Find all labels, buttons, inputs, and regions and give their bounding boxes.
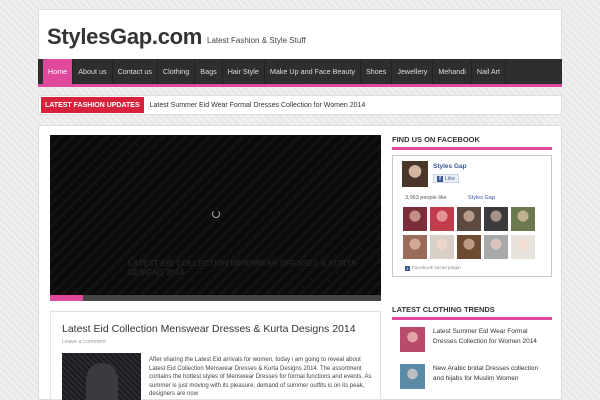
facebook-like-button[interactable]: f Like bbox=[433, 174, 460, 183]
facebook-fan-avatar[interactable] bbox=[484, 235, 508, 259]
trend-item[interactable]: Latest Summer Eid Wear Formal Dresses Co… bbox=[400, 327, 550, 352]
facebook-fan-faces bbox=[403, 207, 535, 259]
trend-item-link[interactable]: New Arabic bridal Dresses collection and… bbox=[433, 364, 550, 389]
post-card: Latest Eid Collection Menswear Dresses &… bbox=[50, 311, 381, 400]
slider-progress-bar bbox=[50, 295, 381, 301]
nav-item-home[interactable]: Home bbox=[43, 59, 74, 84]
trend-thumbnail-image[interactable] bbox=[400, 364, 425, 389]
nav-item-mehandi[interactable]: Mehandi bbox=[433, 59, 472, 84]
site-tagline: Latest Fashion & Style Stuff bbox=[207, 36, 306, 45]
nav-item-makeup[interactable]: Make Up and Face Beauty bbox=[265, 59, 361, 84]
facebook-fan-avatar[interactable] bbox=[511, 235, 535, 259]
trend-item-link[interactable]: Latest Summer Eid Wear Formal Dresses Co… bbox=[433, 327, 550, 352]
post-thumbnail-image[interactable] bbox=[62, 353, 141, 400]
post-title-link[interactable]: Latest Eid Collection Menswear Dresses &… bbox=[62, 323, 356, 335]
site-header: StylesGap.com Latest Fashion & Style Stu… bbox=[38, 9, 562, 59]
facebook-page-name-link[interactable]: Styles Gap bbox=[433, 163, 467, 170]
facebook-page-link[interactable]: Styles Gap bbox=[468, 195, 495, 201]
trend-item[interactable]: New Arabic bridal Dresses collection and… bbox=[400, 364, 550, 389]
ticker-label: LATEST FASHION UPDATES bbox=[41, 97, 144, 113]
slider-progress-fill bbox=[50, 295, 84, 301]
facebook-like-count: 3,063 people like bbox=[405, 195, 447, 201]
facebook-plugin-footer: f Facebook social plugin bbox=[405, 266, 461, 271]
ticker-headline-link[interactable]: Latest Summer Eid Wear Formal Dresses Co… bbox=[150, 102, 366, 109]
featured-slider[interactable]: LATEST EID COLLECTION MENSWEAR DRESSES &… bbox=[50, 135, 381, 301]
sidebar: FIND US ON FACEBOOK bbox=[392, 135, 552, 150]
facebook-fan-avatar[interactable] bbox=[484, 207, 508, 231]
facebook-like-label: Like bbox=[445, 175, 456, 182]
nav-item-shoes[interactable]: Shoes bbox=[361, 59, 393, 84]
facebook-fan-avatar[interactable] bbox=[403, 235, 427, 259]
facebook-fan-avatar[interactable] bbox=[430, 235, 454, 259]
nav-item-contact[interactable]: Contact us bbox=[113, 59, 158, 84]
facebook-like-box: Styles Gap f Like 3,063 people like Styl… bbox=[392, 155, 552, 277]
nav-item-about[interactable]: About us bbox=[73, 59, 113, 84]
nav-item-bags[interactable]: Bags bbox=[195, 59, 223, 84]
facebook-fan-avatar[interactable] bbox=[511, 207, 535, 231]
facebook-icon: f bbox=[437, 175, 443, 182]
facebook-fan-avatar[interactable] bbox=[457, 235, 481, 259]
slider-caption[interactable]: LATEST EID COLLECTION MENSWEAR DRESSES &… bbox=[128, 259, 381, 277]
facebook-widget-title: FIND US ON FACEBOOK bbox=[392, 135, 552, 150]
facebook-plugin-text[interactable]: Facebook social plugin bbox=[412, 266, 461, 271]
post-comment-link[interactable]: Leave a comment bbox=[62, 339, 106, 345]
nav-item-nail-art[interactable]: Nail Art bbox=[472, 59, 507, 84]
facebook-fan-avatar[interactable] bbox=[403, 207, 427, 231]
post-excerpt: After sharing the Latest Eid arrivals fo… bbox=[149, 357, 372, 397]
facebook-fan-avatar[interactable] bbox=[457, 207, 481, 231]
trend-thumbnail-image[interactable] bbox=[400, 327, 425, 352]
facebook-fan-avatar[interactable] bbox=[430, 207, 454, 231]
nav-item-clothing[interactable]: Clothing bbox=[158, 59, 196, 84]
loading-spinner-icon bbox=[212, 210, 220, 218]
main-nav: Home About us Contact us Clothing Bags H… bbox=[38, 59, 562, 87]
trends-widget-title: LATEST CLOTHING TRENDS bbox=[392, 305, 552, 320]
nav-item-jewellery[interactable]: Jewellery bbox=[392, 59, 434, 84]
facebook-page-avatar[interactable] bbox=[402, 161, 428, 187]
site-logo[interactable]: StylesGap.com bbox=[47, 24, 202, 50]
facebook-small-icon: f bbox=[405, 266, 410, 271]
news-ticker: LATEST FASHION UPDATES Latest Summer Eid… bbox=[38, 95, 562, 115]
nav-item-hair-style[interactable]: Hair Style bbox=[223, 59, 265, 84]
